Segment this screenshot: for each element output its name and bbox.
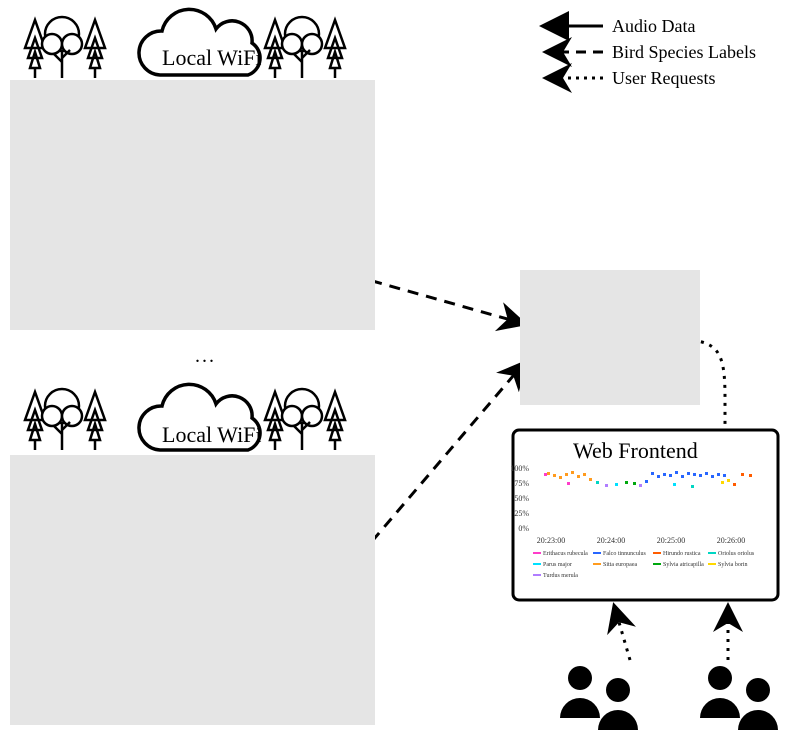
svg-text:Turdus merula: Turdus merula [543, 573, 578, 579]
legend-audio-label: Audio Data [612, 16, 695, 37]
svg-text:25%: 25% [514, 509, 529, 518]
edge-deployment-bottom [10, 455, 375, 725]
svg-text:20:23:00: 20:23:00 [537, 536, 565, 545]
svg-text:Erithacus rubecula: Erithacus rubecula [543, 551, 588, 557]
svg-text:Hirundo rustica: Hirundo rustica [663, 551, 701, 557]
svg-text:Sylvia borin: Sylvia borin [718, 562, 748, 568]
svg-text:Sitta europaea: Sitta europaea [603, 562, 637, 568]
cloud-label-bottom: Local WiFi [162, 422, 262, 448]
trees-icon [265, 389, 345, 450]
svg-text:Falco tinnunculus: Falco tinnunculus [603, 551, 646, 557]
svg-text:Oriolus oriolus: Oriolus oriolus [718, 551, 755, 557]
server-pod [520, 270, 700, 405]
svg-text:75%: 75% [514, 479, 529, 488]
trees-icon [25, 17, 105, 78]
trees-icon [25, 389, 105, 450]
legend-arrows [545, 26, 603, 78]
svg-text:0%: 0% [518, 524, 529, 533]
users-right [700, 666, 778, 730]
trees-icon [265, 17, 345, 78]
ellipsis-between-groups: ... [195, 345, 216, 368]
cloud-label-top: Local WiFi [162, 45, 262, 71]
users-left [560, 666, 638, 730]
svg-text:50%: 50% [514, 494, 529, 503]
svg-text:Parus major: Parus major [543, 562, 572, 568]
svg-text:20:26:00: 20:26:00 [717, 536, 745, 545]
svg-text:20:24:00: 20:24:00 [597, 536, 625, 545]
svg-text:20:25:00: 20:25:00 [657, 536, 685, 545]
legend-requests-label: User Requests [612, 68, 715, 89]
edge-deployment-top [10, 80, 375, 330]
svg-text:100%: 100% [510, 464, 529, 473]
web-frontend-title: Web Frontend [573, 438, 698, 464]
legend-species-label: Bird Species Labels [612, 42, 756, 63]
svg-text:Sylvia atricapilla: Sylvia atricapilla [663, 562, 704, 568]
